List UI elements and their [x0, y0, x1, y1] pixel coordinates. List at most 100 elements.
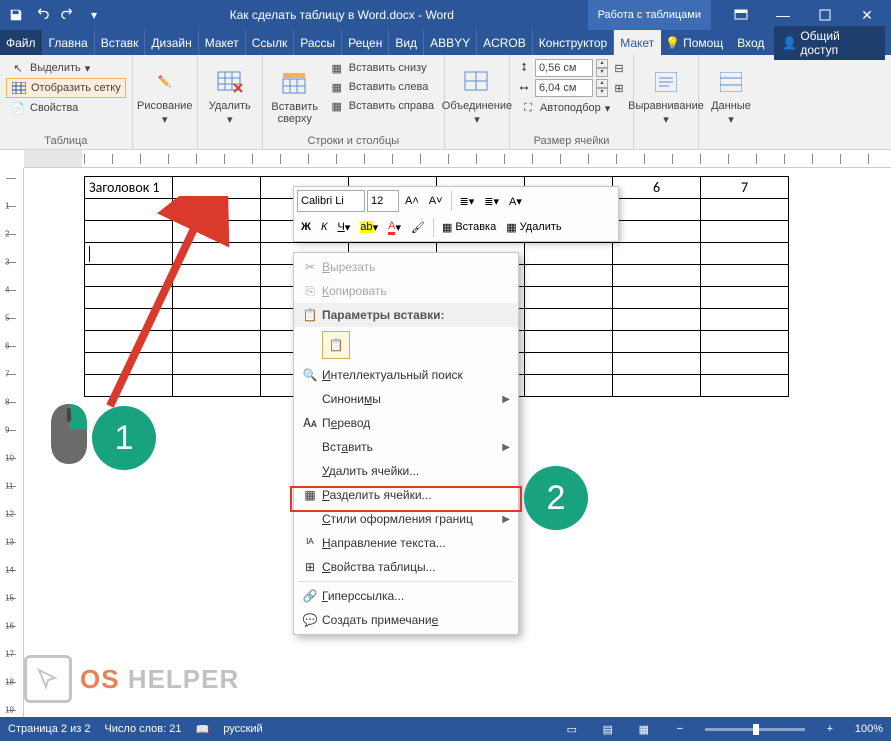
- font-color-icon[interactable]: A▾: [384, 216, 405, 238]
- tab-acrobat[interactable]: ACROB: [477, 30, 533, 55]
- select-button[interactable]: ↖Выделить▾: [6, 59, 126, 77]
- undo-icon[interactable]: [30, 3, 54, 27]
- properties-button[interactable]: 📄Свойства: [6, 99, 126, 117]
- ctx-text-direction[interactable]: ᴵᴬНаправление текста...: [294, 531, 518, 555]
- scissors-icon: ✂: [298, 260, 322, 274]
- delete-button[interactable]: Удалить▾: [204, 59, 256, 133]
- cursor-icon: [24, 655, 72, 703]
- delete-mini-button[interactable]: ▦Удалить: [502, 216, 565, 238]
- ctx-new-comment[interactable]: 💬Создать примечание: [294, 608, 518, 632]
- draw-button[interactable]: ✏️Рисование▾: [139, 59, 191, 133]
- status-language[interactable]: русский: [223, 723, 262, 735]
- properties-icon: 📄: [10, 100, 26, 116]
- ctx-copy[interactable]: ⎘Копировать: [294, 279, 518, 303]
- alignment-button[interactable]: Выравнивание▾: [640, 59, 692, 133]
- numbering-icon[interactable]: ≣▾: [480, 190, 503, 212]
- table-cell[interactable]: Заголовок 1: [85, 177, 173, 199]
- row-height[interactable]: ⭥0,56 см▴▾⊟: [516, 59, 627, 77]
- quick-access-toolbar: ▾: [4, 3, 106, 27]
- ctx-cut[interactable]: ✂Вырезать: [294, 255, 518, 279]
- merge-button[interactable]: Объединение▾: [451, 59, 503, 133]
- pencil-icon: ✏️: [149, 66, 181, 98]
- status-spellcheck-icon[interactable]: 📖: [196, 723, 210, 736]
- horizontal-ruler[interactable]: [24, 150, 891, 168]
- tab-review[interactable]: Рецен: [342, 30, 389, 55]
- status-words[interactable]: Число слов: 21: [104, 723, 181, 735]
- ribbon-options-icon[interactable]: [721, 0, 761, 30]
- share-button[interactable]: 👤Общий доступ: [774, 26, 885, 60]
- table-cell[interactable]: 7: [701, 177, 789, 199]
- ctx-synonyms[interactable]: Синонимы▶: [294, 387, 518, 411]
- insert-below-icon: ▦: [329, 60, 345, 76]
- status-page[interactable]: Страница 2 из 2: [8, 723, 90, 735]
- distribute-rows-icon[interactable]: ⊟: [611, 60, 627, 76]
- underline-icon[interactable]: Ч▾: [333, 216, 354, 238]
- text-cursor: [89, 246, 90, 262]
- format-painter-icon[interactable]: 🖌: [407, 216, 429, 238]
- tab-abbyy[interactable]: ABBYY: [424, 30, 477, 55]
- zoom-in-icon[interactable]: +: [819, 720, 841, 738]
- read-mode-icon[interactable]: ▭: [561, 720, 583, 738]
- tab-table-layout[interactable]: Макет: [614, 30, 661, 55]
- tab-layout[interactable]: Макет: [199, 30, 246, 55]
- status-bar: Страница 2 из 2 Число слов: 21 📖 русский…: [0, 717, 891, 741]
- insert-right-button[interactable]: ▦Вставить справа: [325, 97, 438, 115]
- italic-icon[interactable]: К: [317, 216, 331, 238]
- annotation-badge-1: 1: [92, 406, 156, 470]
- active-cell[interactable]: [85, 243, 173, 265]
- font-combo[interactable]: Calibri Li: [297, 190, 365, 212]
- save-icon[interactable]: [4, 3, 28, 27]
- tab-insert[interactable]: Вставк: [95, 30, 146, 55]
- tab-mailings[interactable]: Рассы: [294, 30, 342, 55]
- table-cell[interactable]: [173, 177, 261, 199]
- styles-icon[interactable]: A▾: [505, 190, 526, 212]
- ctx-hyperlink[interactable]: 🔗Гиперссылка...: [294, 584, 518, 608]
- size-combo[interactable]: 12: [367, 190, 399, 212]
- tab-home[interactable]: Главна: [43, 30, 95, 55]
- qat-dropdown-icon[interactable]: ▾: [82, 3, 106, 27]
- tab-view[interactable]: Вид: [389, 30, 424, 55]
- bold-icon[interactable]: Ж: [297, 216, 315, 238]
- sign-in[interactable]: Вход: [733, 36, 768, 50]
- bullets-icon[interactable]: ≣▾: [456, 190, 479, 212]
- data-button[interactable]: Данные▾: [705, 59, 757, 133]
- zoom-level[interactable]: 100%: [855, 723, 883, 735]
- insert-above-button[interactable]: Вставить сверху: [269, 59, 321, 133]
- tell-me[interactable]: 💡Помощ: [661, 36, 727, 50]
- print-layout-icon[interactable]: ▤: [597, 720, 619, 738]
- width-input[interactable]: 6,04 см: [535, 79, 593, 97]
- tab-table-design[interactable]: Конструктор: [533, 30, 614, 55]
- height-input[interactable]: 0,56 см: [535, 59, 593, 77]
- web-layout-icon[interactable]: ▦: [633, 720, 655, 738]
- bulb-icon: 💡: [665, 36, 680, 50]
- grow-font-icon[interactable]: A˄: [401, 190, 423, 212]
- insert-mini-button[interactable]: ▦Вставка: [438, 216, 500, 238]
- redo-icon[interactable]: [56, 3, 80, 27]
- view-gridlines-button[interactable]: Отобразить сетку: [6, 78, 126, 98]
- tab-file[interactable]: Файл: [0, 30, 43, 55]
- translate-icon: 🗛: [298, 416, 322, 431]
- ctx-split-cells[interactable]: ▦Разделить ячейки...: [294, 483, 518, 507]
- autofit-button[interactable]: ⛶Автоподбор▾: [516, 99, 627, 117]
- ctx-translate[interactable]: 🗛Перевод: [294, 411, 518, 435]
- tab-design[interactable]: Дизайн: [145, 30, 198, 55]
- highlight-icon[interactable]: ab▾: [356, 216, 382, 238]
- paste-keep-source-icon[interactable]: 📋: [322, 331, 350, 359]
- chevron-right-icon: ▶: [502, 442, 510, 453]
- chevron-right-icon: ▶: [502, 394, 510, 405]
- ctx-border-styles[interactable]: Стили оформления границ▶: [294, 507, 518, 531]
- ctx-smart-lookup[interactable]: 🔍Интеллектуальный поиск: [294, 363, 518, 387]
- shrink-font-icon[interactable]: A˅: [425, 190, 447, 212]
- ctx-table-properties[interactable]: ⊞Свойства таблицы...: [294, 555, 518, 579]
- tab-references[interactable]: Ссылк: [246, 30, 295, 55]
- ctx-insert[interactable]: Вставить▶: [294, 435, 518, 459]
- insert-below-button[interactable]: ▦Вставить снизу: [325, 59, 438, 77]
- vertical-ruler[interactable]: /*ticks drawn below*/ 123456789101112131…: [0, 168, 24, 731]
- zoom-slider[interactable]: [705, 728, 805, 731]
- distribute-cols-icon[interactable]: ⊞: [611, 80, 627, 96]
- zoom-out-icon[interactable]: −: [669, 720, 691, 738]
- insert-left-button[interactable]: ▦Вставить слева: [325, 78, 438, 96]
- ctx-delete-cells[interactable]: Удалить ячейки...: [294, 459, 518, 483]
- table-cell[interactable]: 6: [613, 177, 701, 199]
- col-width[interactable]: ⭤6,04 см▴▾⊞: [516, 79, 627, 97]
